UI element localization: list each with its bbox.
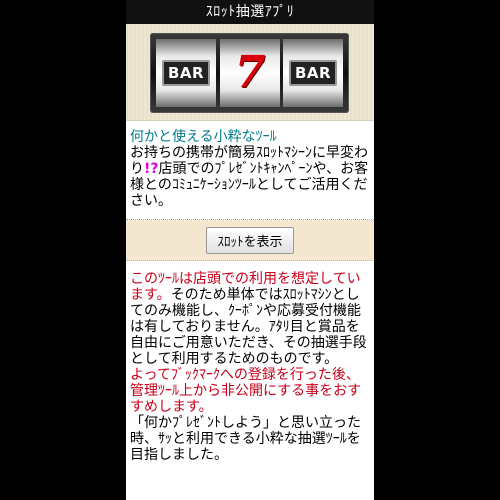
- notes-closing: 「何かﾌﾟﾚｾﾞﾝﾄしよう」と思い立った時、ｻｯと利用できる小粋な抽選ﾂｰﾙを目…: [130, 415, 361, 463]
- slot-banner: BAR 7 BAR: [126, 24, 374, 121]
- notes-section: このﾂｰﾙは店頭での利用を想定しています。そのため単体ではｽﾛｯﾄﾏｼﾝとしての…: [126, 261, 374, 467]
- slot-machine-frame: BAR 7 BAR: [150, 33, 349, 113]
- app-title: ｽﾛｯﾄ抽選ｱﾌﾟﾘ: [126, 0, 374, 24]
- exclaim-mark: !?: [144, 161, 159, 177]
- seven-symbol: 7: [234, 47, 266, 98]
- intro-heading: 何かと使える小粋なﾂｰﾙ: [130, 129, 277, 145]
- notes-paragraph-1: このﾂｰﾙは店頭での利用を想定しています。そのため単体ではｽﾛｯﾄﾏｼﾝとしての…: [130, 271, 370, 367]
- button-band: ｽﾛｯﾄを表示: [126, 220, 374, 261]
- app-page: ｽﾛｯﾄ抽選ｱﾌﾟﾘ BAR 7 BAR 何かと使える小粋なﾂｰﾙ お持ちの携帯…: [126, 0, 374, 500]
- reel-right: BAR: [283, 39, 343, 107]
- bar-symbol: BAR: [288, 60, 338, 86]
- notes-recommendation: よってﾌﾞｯｸﾏｰｸへの登録を行った後、管理ﾂｰﾙ上から非公開にする事をおすすめ…: [130, 367, 362, 415]
- intro-section: 何かと使える小粋なﾂｰﾙ お持ちの携帯が簡易ｽﾛｯﾄﾏｼｰﾝに早変わり!?店頭で…: [126, 121, 374, 213]
- intro-text-2: 店頭でのﾌﾟﾚｾﾞﾝﾄｷｬﾝﾍﾟｰﾝや、お客様とのｺﾐｭﾆｹｰｼｮﾝﾂｰﾙとして…: [130, 161, 369, 209]
- reel-center: 7: [220, 39, 280, 107]
- bar-symbol: BAR: [161, 60, 211, 86]
- intro-body: お持ちの携帯が簡易ｽﾛｯﾄﾏｼｰﾝに早変わり!?店頭でのﾌﾟﾚｾﾞﾝﾄｷｬﾝﾍﾟ…: [130, 145, 370, 209]
- show-slot-button[interactable]: ｽﾛｯﾄを表示: [206, 226, 294, 254]
- reel-left: BAR: [156, 39, 216, 107]
